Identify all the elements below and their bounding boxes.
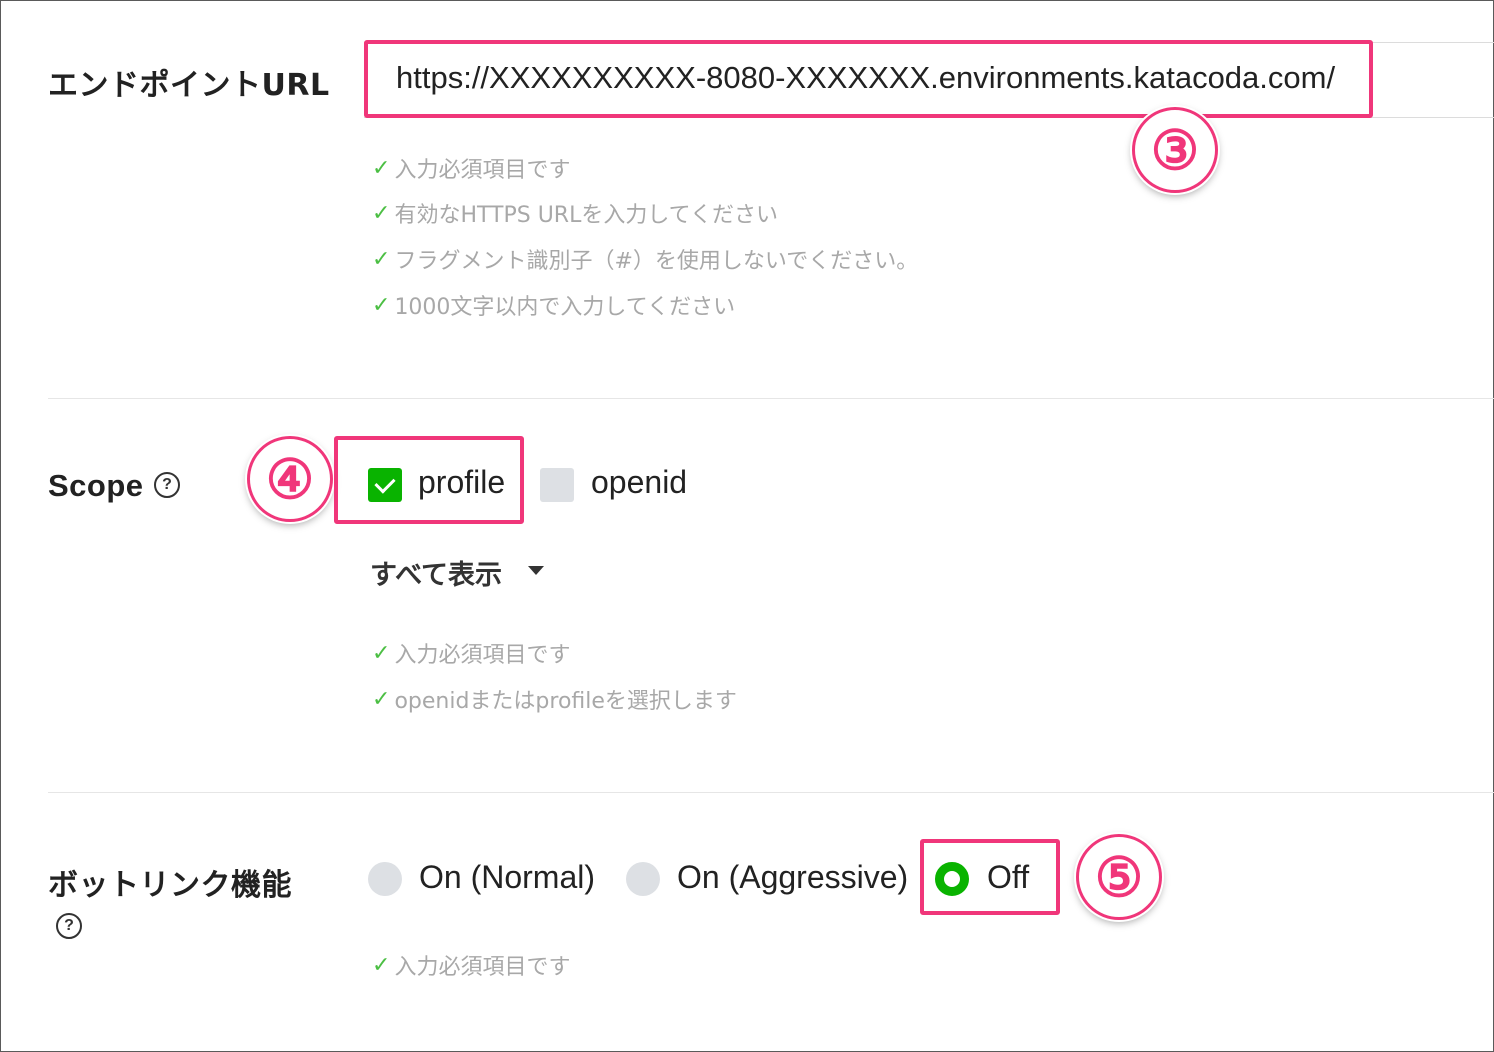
- scope-help-icon[interactable]: ?: [154, 472, 180, 498]
- section-divider: [48, 792, 1494, 793]
- radio-on-aggressive[interactable]: [626, 862, 660, 896]
- scope-msg-required: ✓ 入力必須項目です: [372, 640, 571, 669]
- check-icon: ✓: [372, 686, 391, 712]
- bot-link-help-icon[interactable]: ?: [56, 913, 82, 939]
- check-icon: ✓: [372, 952, 391, 978]
- bot-link-msg-required: ✓ 入力必須項目です: [372, 952, 571, 981]
- endpoint-msg-fragment: ✓ フラグメント識別子（#）を使用しないでください。: [372, 246, 919, 275]
- step-3-badge: ③: [1132, 107, 1218, 193]
- radio-on-aggressive-label[interactable]: On (Aggressive): [677, 859, 908, 896]
- endpoint-msg-required: ✓ 入力必須項目です: [372, 155, 571, 184]
- check-icon: ✓: [372, 200, 391, 226]
- scope-msg-select: ✓ openidまたはprofileを選択します: [372, 686, 737, 715]
- bot-link-label: ボットリンク機能: [48, 868, 292, 903]
- radio-on-normal-label[interactable]: On (Normal): [419, 859, 595, 896]
- profile-checkbox[interactable]: [368, 468, 402, 502]
- openid-checkbox[interactable]: [540, 468, 574, 502]
- radio-off-label[interactable]: Off: [987, 859, 1029, 896]
- section-divider: [48, 398, 1494, 399]
- check-icon: ✓: [372, 246, 391, 272]
- endpoint-msg-https: ✓ 有効なHTTPS URLを入力してください: [372, 200, 779, 229]
- check-icon: ✓: [372, 155, 391, 181]
- step-5-badge: ⑤: [1076, 834, 1162, 920]
- step-4-badge: ④: [247, 436, 333, 522]
- endpoint-url-label: エンドポイントURL: [48, 68, 330, 103]
- radio-on-normal[interactable]: [368, 862, 402, 896]
- check-icon: ✓: [372, 292, 391, 318]
- profile-label[interactable]: profile: [418, 464, 505, 501]
- chevron-down-icon[interactable]: [528, 566, 544, 575]
- endpoint-highlight-box: [364, 40, 1373, 118]
- show-all-toggle[interactable]: すべて表示: [370, 553, 502, 592]
- endpoint-msg-length: ✓ 1000文字以内で入力してください: [372, 292, 736, 321]
- radio-off[interactable]: [935, 862, 969, 896]
- check-icon: ✓: [372, 640, 391, 666]
- openid-label[interactable]: openid: [591, 464, 687, 501]
- scope-label: Scope: [48, 468, 144, 503]
